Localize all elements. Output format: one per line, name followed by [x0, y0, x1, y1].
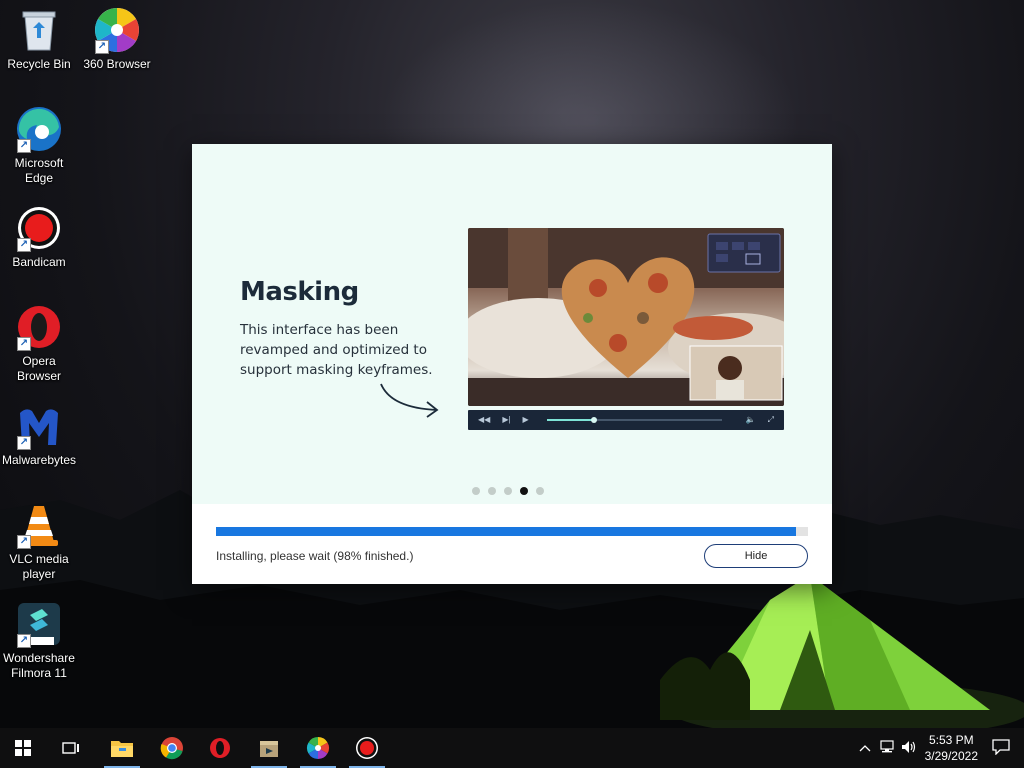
playback-knob[interactable] — [590, 417, 597, 423]
rewind-icon[interactable]: ◀◀ — [478, 416, 490, 424]
desktop-icon-bandicam[interactable]: ↗ Bandicam — [0, 204, 78, 270]
carousel-dot[interactable] — [536, 487, 544, 495]
feature-preview-image — [468, 228, 784, 406]
shortcut-arrow-icon: ↗ — [17, 634, 31, 648]
desktop-icon-label: Recycle Bin — [7, 57, 71, 71]
desktop-icon-microsoft-edge[interactable]: ↗ Microsoft Edge — [0, 105, 78, 186]
desktop-icon-label: Bandicam — [12, 255, 66, 269]
install-status-text: Installing, please wait (98% finished.) — [216, 549, 414, 563]
shortcut-arrow-icon: ↗ — [17, 436, 31, 450]
taskbar-360-browser[interactable] — [295, 728, 341, 768]
shortcut-arrow-icon: ↗ — [17, 535, 31, 549]
taskbar-clock[interactable]: 5:53 PM 3/29/2022 — [925, 732, 978, 764]
carousel-dot[interactable] — [488, 487, 496, 495]
taskbar-file-explorer[interactable] — [99, 728, 145, 768]
desktop-icon-label: 360 Browser — [83, 57, 151, 71]
play-icon[interactable]: ▶ — [523, 416, 529, 424]
desktop-icon-label: Opera Browser — [16, 354, 61, 383]
recycle-bin-icon — [15, 6, 63, 54]
fullscreen-icon[interactable]: ⤢ — [768, 416, 774, 424]
windows-logo-icon — [15, 740, 31, 756]
vlc-cone-icon: ↗ — [15, 501, 63, 549]
clock-time: 5:53 PM — [928, 733, 974, 747]
opera-icon: ↗ — [15, 303, 63, 351]
shortcut-arrow-icon: ↗ — [17, 337, 31, 351]
chrome-icon — [160, 737, 183, 760]
task-view-icon — [62, 742, 79, 754]
video-player-controls: ◀◀ ▶| ▶ 🔈 ⤢ — [468, 410, 784, 430]
desktop-icon-label: Wondershare Filmora 11 — [3, 651, 75, 680]
desktop-icon-label: Microsoft Edge — [14, 156, 64, 185]
notifications-icon[interactable] — [992, 738, 1010, 758]
filmora-icon: ↗ — [15, 600, 63, 648]
installer-package-icon — [260, 741, 278, 757]
volume-icon[interactable]: 🔈 — [746, 416, 756, 424]
desktop-icon-recycle-bin[interactable]: Recycle Bin — [0, 6, 78, 72]
taskbar-opera[interactable] — [197, 728, 243, 768]
desktop-icon-label: Malwarebytes — [1, 453, 77, 467]
desktop-icon-vlc-media-player[interactable]: ↗ VLC media player — [0, 501, 78, 582]
360-browser-icon: ↗ — [93, 6, 141, 54]
clock-date: 3/29/2022 — [924, 749, 978, 763]
carousel-pagination — [472, 487, 544, 495]
tent-illustration — [660, 575, 1024, 730]
carousel-dot[interactable] — [520, 487, 528, 495]
installer-dialog: Masking This interface has been revamped… — [192, 144, 832, 584]
desktop-icon-label: VLC media player — [9, 552, 69, 581]
desktop-icon-opera-browser[interactable]: ↗ Opera Browser — [0, 303, 78, 384]
step-forward-icon[interactable]: ▶| — [502, 416, 510, 424]
install-progress-fill — [216, 527, 797, 536]
shortcut-arrow-icon: ↗ — [17, 238, 31, 252]
volume-icon[interactable] — [901, 740, 917, 757]
taskbar-bandicam[interactable] — [344, 728, 390, 768]
start-button[interactable] — [0, 728, 46, 768]
curved-arrow-icon — [380, 383, 439, 418]
folder-icon — [111, 741, 133, 757]
malwarebytes-icon: ↗ — [15, 402, 63, 450]
task-view-button[interactable] — [48, 728, 94, 768]
playback-progress-fill — [546, 419, 594, 421]
slide-title: Masking — [240, 277, 359, 307]
network-icon[interactable] — [879, 739, 895, 757]
shortcut-arrow-icon: ↗ — [17, 139, 31, 153]
carousel-dot[interactable] — [472, 487, 480, 495]
desktop-icon-malwarebytes[interactable]: ↗ Malwarebytes — [0, 402, 78, 468]
hide-button[interactable]: Hide — [704, 544, 808, 568]
system-tray: 5:53 PM 3/29/2022 — [859, 728, 1024, 768]
carousel-dot[interactable] — [504, 487, 512, 495]
bandicam-icon — [356, 737, 378, 759]
show-hidden-icons-chevron-icon[interactable] — [859, 741, 871, 755]
taskbar: 5:53 PM 3/29/2022 — [0, 728, 1024, 768]
360-browser-icon — [307, 737, 329, 759]
edge-icon: ↗ — [15, 105, 63, 153]
bandicam-icon: ↗ — [15, 204, 63, 252]
desktop-icon-wondershare-filmora[interactable]: ↗ Wondershare Filmora 11 — [0, 600, 78, 681]
shortcut-arrow-icon: ↗ — [95, 40, 109, 54]
taskbar-installer-app[interactable] — [246, 728, 292, 768]
slide-description: This interface has been revamped and opt… — [240, 322, 433, 378]
taskbar-chrome[interactable] — [149, 728, 195, 768]
install-progress-bar — [216, 527, 808, 536]
opera-icon — [210, 738, 230, 758]
playback-scrubber[interactable] — [546, 417, 722, 423]
desktop-icon-360-browser[interactable]: ↗ 360 Browser — [78, 6, 156, 72]
